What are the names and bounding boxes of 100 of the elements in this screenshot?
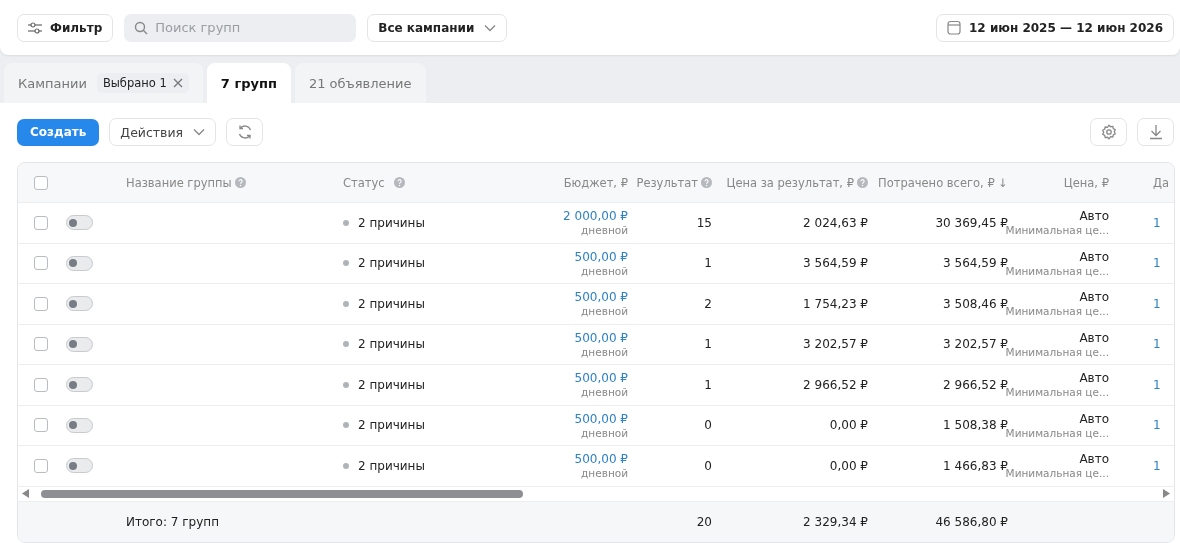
checkbox[interactable]	[34, 377, 48, 392]
tab-label: Кампании	[18, 75, 87, 91]
table-cell: 2	[704, 296, 712, 311]
table-cell: 0,00 ₽	[829, 458, 868, 473]
table-cell: 0	[704, 418, 712, 433]
filter-button[interactable]: Фильтр	[17, 13, 114, 42]
status-dot-icon	[343, 422, 349, 429]
settings-icon	[1100, 124, 1117, 140]
price-text: Авто	[1079, 249, 1109, 264]
table-cell: 0	[704, 458, 712, 473]
download-button[interactable]	[1137, 118, 1174, 146]
table-cell: 1	[1153, 256, 1161, 271]
table-cell: 3 202,57 ₽	[803, 337, 868, 352]
checkbox[interactable]	[34, 458, 48, 473]
total-cell: 46 586,80 ₽	[935, 514, 1008, 529]
caret-icon	[484, 23, 497, 32]
tab[interactable]: 7 групп	[206, 63, 291, 103]
price-text: Авто	[1079, 209, 1109, 224]
toggle-switch[interactable]	[66, 336, 93, 352]
actions-select[interactable]: Действия	[109, 118, 217, 146]
column-header: Цена за результат, ₽	[726, 175, 854, 190]
status-text: 2 причины	[358, 256, 425, 271]
price-note: Минимальная це...	[1005, 305, 1109, 318]
status-text: 2 причины	[358, 337, 425, 352]
tab[interactable]: Кампании Выбрано 1	[4, 63, 203, 103]
total-cell: 20	[696, 514, 712, 529]
totals-label: Итого: 7 групп	[126, 514, 219, 529]
price-text: Авто	[1079, 452, 1109, 467]
table-cell: 2 966,52 ₽	[803, 377, 868, 392]
status-dot-icon	[343, 219, 349, 226]
toggle-switch[interactable]	[66, 215, 93, 231]
create-button[interactable]: Создать	[17, 118, 100, 146]
tab[interactable]: 21 объявление	[294, 63, 426, 103]
table-cell: 1	[1153, 418, 1161, 433]
status-dot-icon	[343, 260, 349, 267]
column-header: Результат	[636, 175, 698, 190]
checkbox[interactable]	[34, 337, 48, 352]
budget-period: дневной	[581, 467, 628, 480]
budget-period: дневной	[581, 264, 628, 277]
settings-button[interactable]	[1090, 118, 1127, 146]
status-text: 2 причины	[358, 215, 425, 230]
refresh-icon	[236, 124, 253, 140]
price-note: Минимальная це...	[1005, 345, 1109, 358]
price-note: Минимальная це...	[1005, 224, 1109, 237]
toggle-switch[interactable]	[66, 458, 93, 474]
budget-period: дневной	[581, 224, 628, 237]
table-cell: 1	[1153, 377, 1161, 392]
table-cell: 1	[704, 377, 712, 392]
status-text: 2 причины	[358, 418, 425, 433]
scrollbar-thumb[interactable]	[41, 489, 523, 498]
price-note: Минимальная це...	[1005, 264, 1109, 277]
budget-link[interactable]: 2 000,00 ₽	[563, 209, 628, 224]
total-cell: 2 329,34 ₽	[803, 514, 868, 529]
search-field[interactable]: Поиск групп	[124, 13, 357, 42]
status-dot-icon	[343, 300, 349, 307]
budget-link[interactable]: 500,00 ₽	[574, 411, 628, 426]
table-cell: 1	[704, 256, 712, 271]
campaign-select[interactable]: Все кампании	[367, 13, 508, 42]
selection-chip[interactable]: Выбрано 1	[96, 73, 189, 93]
table-cell: 15	[696, 215, 712, 230]
column-header: Бюджет, ₽	[563, 175, 628, 190]
scroll-right-icon	[1163, 489, 1170, 498]
checkbox[interactable]	[34, 215, 48, 230]
column-header: Потрачено всего, ₽ ↓	[878, 175, 1008, 190]
checkbox[interactable]	[34, 296, 48, 311]
budget-period: дневной	[581, 345, 628, 358]
price-note: Минимальная це...	[1005, 467, 1109, 480]
status-text: 2 причины	[358, 458, 425, 473]
close-icon	[172, 78, 183, 88]
price-text: Авто	[1079, 290, 1109, 305]
budget-period: дневной	[581, 386, 628, 399]
price-text: Авто	[1079, 330, 1109, 345]
scroll-left-icon	[22, 489, 29, 498]
table-cell: 1 754,23 ₽	[803, 296, 868, 311]
budget-link[interactable]: 500,00 ₽	[574, 371, 628, 386]
checkbox[interactable]	[34, 418, 48, 433]
toggle-switch[interactable]	[66, 417, 93, 433]
budget-period: дневной	[581, 426, 628, 439]
budget-link[interactable]: 500,00 ₽	[574, 330, 628, 345]
status-dot-icon	[343, 462, 349, 469]
sliders-icon	[28, 21, 42, 34]
date-range-button[interactable]: 12 июн 2025 — 12 июн 2026	[936, 13, 1174, 42]
table-cell: 1	[1153, 337, 1161, 352]
toggle-switch[interactable]	[66, 255, 93, 271]
toggle-switch[interactable]	[66, 377, 93, 393]
budget-link[interactable]: 500,00 ₽	[574, 249, 628, 264]
column-header: Статус	[343, 175, 385, 190]
table-cell: 1	[1153, 296, 1161, 311]
budget-period: дневной	[581, 305, 628, 318]
price-note: Минимальная це...	[1005, 386, 1109, 399]
price-note: Минимальная це...	[1005, 426, 1109, 439]
budget-link[interactable]: 500,00 ₽	[574, 452, 628, 467]
budget-link[interactable]: 500,00 ₽	[574, 290, 628, 305]
status-text: 2 причины	[358, 377, 425, 392]
calendar-icon	[947, 20, 961, 35]
column-header: Да	[1153, 175, 1170, 190]
checkbox[interactable]	[34, 175, 48, 190]
checkbox[interactable]	[34, 256, 48, 271]
refresh-button[interactable]	[226, 118, 264, 146]
toggle-switch[interactable]	[66, 296, 93, 312]
